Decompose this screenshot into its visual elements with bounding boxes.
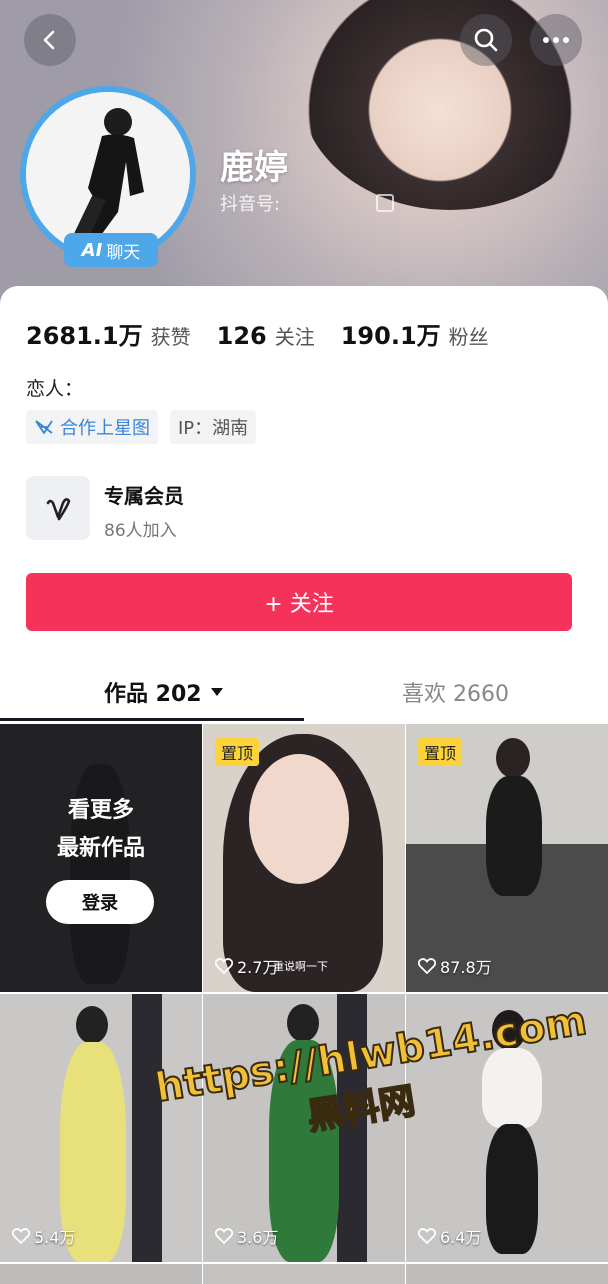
heart-icon [418, 958, 436, 974]
membership-title[interactable]: 专属会员 [104, 480, 184, 509]
like-count-text: 3.6万 [237, 1228, 279, 1247]
membership-icon-box[interactable] [26, 476, 90, 540]
like-count-text: 87.8万 [440, 958, 492, 977]
pinned-badge: 置顶 [215, 738, 260, 766]
stats-row: 2681.1万 获赞 126 关注 190.1万 粉丝 [26, 316, 515, 351]
thumbnail-legs [486, 1124, 538, 1254]
thumbnail-wall [132, 994, 162, 1262]
like-count: 2.7万 [215, 954, 278, 978]
video-tile[interactable]: 置顶 重说啊一下 2.7万 [203, 724, 405, 992]
thumbnail-face [287, 1004, 319, 1042]
stat-following[interactable]: 126 关注 [217, 321, 315, 350]
likes-count: 2681.1万 [26, 322, 143, 350]
ip-label: IP：湖南 [178, 418, 249, 439]
video-tile[interactable] [406, 1264, 608, 1284]
like-count: 6.4万 [418, 1224, 481, 1248]
thumbnail-face [249, 754, 349, 884]
video-tile[interactable]: 置顶 87.8万 [406, 724, 608, 992]
tab-works-label: 作品 202 [104, 682, 202, 707]
following-label: 关注 [274, 325, 315, 349]
login-prompt-line2: 最新作品 [56, 836, 145, 861]
membership-subtitle: 86人加入 [104, 521, 177, 541]
login-button[interactable]: 登录 [46, 880, 154, 924]
tab-liked[interactable]: 喜欢 2660 [402, 676, 509, 708]
likes-label: 获赞 [150, 325, 191, 349]
ai-badge-prefix: AI [81, 239, 103, 261]
star-map-tag[interactable]: 合作上星图 [26, 410, 158, 444]
like-count-text: 2.7万 [237, 958, 279, 977]
like-count-text: 6.4万 [440, 1228, 482, 1247]
avatar-photo [26, 92, 190, 256]
pinned-badge: 置顶 [418, 738, 463, 766]
heart-icon [12, 1228, 30, 1244]
tab-works[interactable]: 作品 202 [104, 676, 224, 708]
active-tab-indicator [0, 718, 304, 721]
bio-text: 恋人： [26, 378, 84, 400]
login-prompt-line1: 看更多 [67, 798, 134, 823]
video-caption: 重说啊一下 [273, 960, 328, 973]
copy-icon[interactable] [376, 194, 394, 212]
star-map-label: 合作上星图 [60, 418, 150, 439]
caret-down-icon [210, 688, 223, 696]
stat-followers[interactable]: 190.1万 粉丝 [341, 316, 489, 351]
thumbnail-figure [486, 776, 542, 896]
like-count: 87.8万 [418, 954, 492, 978]
following-count: 126 [216, 322, 267, 350]
more-dots-icon [543, 37, 569, 43]
followers-label: 粉丝 [448, 325, 489, 349]
video-tile[interactable] [203, 1264, 405, 1284]
followers-count: 190.1万 [340, 322, 441, 350]
login-tile[interactable]: 看更多 最新作品 登录 [0, 724, 202, 992]
video-tile[interactable] [0, 1264, 202, 1284]
stat-likes: 2681.1万 获赞 [26, 316, 191, 351]
ip-tag: IP：湖南 [170, 410, 257, 444]
heart-icon [215, 958, 233, 974]
star-map-icon [35, 420, 53, 434]
like-count: 3.6万 [215, 1224, 278, 1248]
follow-button[interactable]: + 关注 [26, 573, 572, 631]
like-count: 5.4万 [12, 1224, 75, 1248]
search-icon [474, 28, 498, 52]
thumbnail-face [76, 1006, 108, 1044]
ai-badge-label: 聊天 [106, 242, 141, 263]
thumbnail-face [496, 738, 530, 778]
more-button[interactable] [530, 14, 582, 66]
handle-label: 抖音号: [220, 194, 281, 215]
back-button[interactable] [24, 14, 76, 66]
chevron-left-icon [43, 30, 55, 50]
heart-icon [418, 1228, 436, 1244]
heart-icon [215, 1228, 233, 1244]
search-button[interactable] [460, 14, 512, 66]
profile-name: 鹿婷 [220, 148, 288, 188]
membership-v-icon [46, 498, 71, 521]
like-count-text: 5.4万 [34, 1228, 76, 1247]
ai-chat-badge[interactable]: AI 聊天 [64, 233, 158, 267]
